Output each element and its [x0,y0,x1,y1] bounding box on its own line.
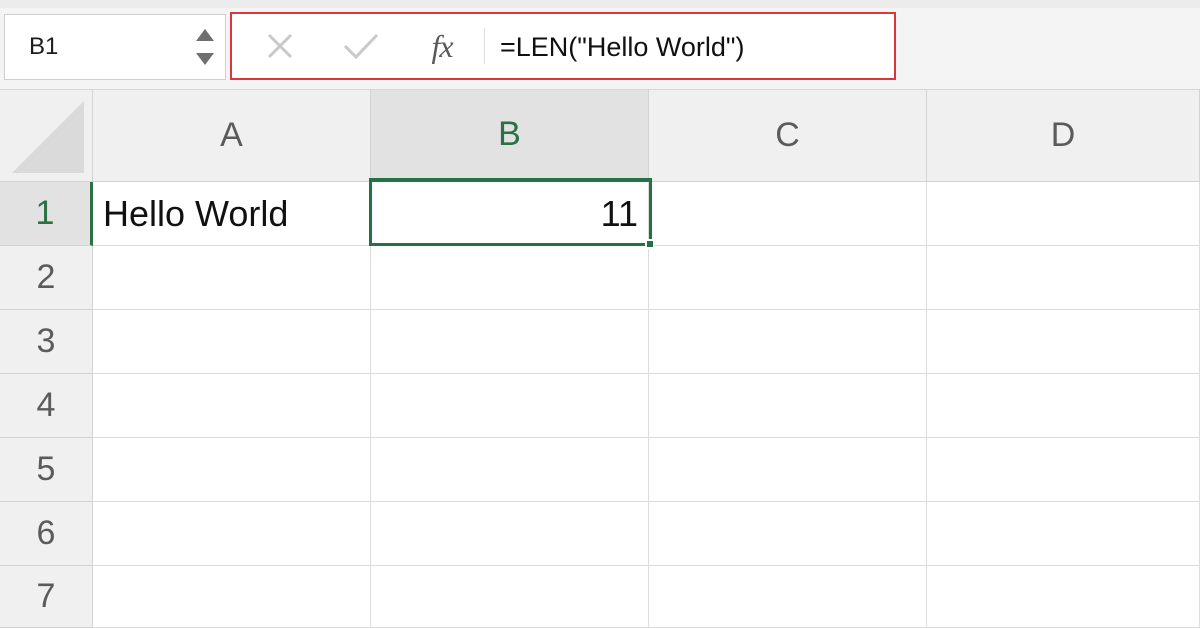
spinner-down-icon[interactable] [196,53,214,65]
cell-c6[interactable] [649,502,927,566]
cell-b6[interactable] [371,502,649,566]
cell-c5[interactable] [649,438,927,502]
enter-button[interactable] [338,22,384,70]
cell-c3[interactable] [649,310,927,374]
cell-b5[interactable] [371,438,649,502]
cell-b1[interactable]: 11 [371,182,649,246]
row-header-7[interactable]: 7 [0,566,93,628]
spreadsheet-grid: A B C D 1 2 3 4 5 6 7 Hello World 11 [0,90,1200,628]
name-box[interactable]: B1 [4,14,226,80]
formula-toolbar: B1 fx =LEN("Hello World") [0,0,1200,90]
select-all-icon [12,101,84,173]
column-header-c[interactable]: C [649,90,927,182]
cell-c1[interactable] [649,182,927,246]
cell-a7[interactable] [93,566,371,628]
cell-d6[interactable] [927,502,1200,566]
row-header-4[interactable]: 4 [0,374,93,438]
cancel-button[interactable] [260,22,300,70]
cell-d1[interactable] [927,182,1200,246]
name-box-value[interactable]: B1 [29,33,58,61]
row-header-2[interactable]: 2 [0,246,93,310]
spinner-up-icon[interactable] [196,29,214,41]
cell-a1[interactable]: Hello World [93,182,371,246]
cell-d3[interactable] [927,310,1200,374]
row-header-6[interactable]: 6 [0,502,93,566]
cell-d5[interactable] [927,438,1200,502]
spinner-arrows-icon[interactable] [195,25,215,69]
cell-c7[interactable] [649,566,927,628]
row-header-5[interactable]: 5 [0,438,93,502]
toolbar-top-strip [0,0,1200,8]
formula-input[interactable]: =LEN("Hello World") [500,32,745,63]
close-icon [267,33,293,59]
fill-handle[interactable] [645,239,655,249]
cell-b4[interactable] [371,374,649,438]
fx-icon: fx [431,27,453,64]
cell-a3[interactable] [93,310,371,374]
cell-b7[interactable] [371,566,649,628]
cell-b3[interactable] [371,310,649,374]
cell-a6[interactable] [93,502,371,566]
check-icon [343,33,379,60]
cell-a2[interactable] [93,246,371,310]
insert-function-button[interactable]: fx [414,22,470,70]
row-header-3[interactable]: 3 [0,310,93,374]
cell-b2[interactable] [371,246,649,310]
cell-a4[interactable] [93,374,371,438]
cell-d7[interactable] [927,566,1200,628]
row-header-1[interactable]: 1 [0,182,93,246]
cell-a5[interactable] [93,438,371,502]
formula-bar: fx =LEN("Hello World") [230,12,896,80]
column-header-a[interactable]: A [93,90,371,182]
cell-d2[interactable] [927,246,1200,310]
column-header-b[interactable]: B [371,90,649,182]
cell-d4[interactable] [927,374,1200,438]
select-all-button[interactable] [0,90,93,182]
column-header-d[interactable]: D [927,90,1200,182]
cell-c4[interactable] [649,374,927,438]
cell-c2[interactable] [649,246,927,310]
formula-divider [484,28,485,64]
